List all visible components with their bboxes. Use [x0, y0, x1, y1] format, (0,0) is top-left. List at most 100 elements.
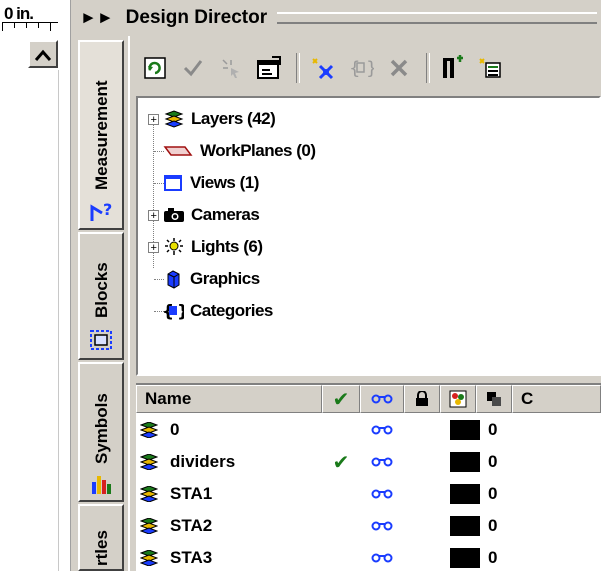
expand-icon[interactable]: + — [148, 113, 159, 125]
chevron-up-icon — [34, 49, 52, 61]
add-layer-icon — [443, 55, 463, 78]
tree-item-lights[interactable]: + Lights (6) — [138, 232, 263, 262]
delete-button[interactable] — [382, 51, 416, 85]
layer-name: STA1 — [170, 484, 213, 503]
color-cell[interactable]: 0 — [440, 479, 512, 509]
title-grip[interactable] — [277, 12, 597, 24]
tab-measurement-label: Measurement — [92, 80, 111, 190]
select-icon — [222, 59, 239, 78]
column-header-line[interactable] — [476, 385, 512, 413]
layer-row-icon — [138, 516, 160, 536]
color-icon — [449, 390, 467, 408]
layer-name: STA2 — [170, 516, 213, 535]
color-cell[interactable]: 0 — [440, 447, 512, 477]
layer-row-icon — [138, 484, 160, 504]
svg-text:{: { — [349, 58, 360, 79]
tree-item-workplanes[interactable]: WorkPlanes (0) — [154, 136, 316, 166]
color-swatch — [450, 452, 480, 472]
table-row[interactable]: STA2 0 — [136, 511, 601, 541]
svg-text:}: } — [366, 58, 374, 79]
visible-link-icon — [371, 489, 393, 499]
category-button[interactable]: { } — [344, 51, 378, 85]
color-cell[interactable]: 0 — [440, 543, 512, 573]
tab-titles[interactable]: rtles — [78, 504, 124, 571]
column-header-c[interactable]: C — [512, 385, 601, 413]
refresh-button[interactable] — [138, 51, 172, 85]
visible-cell[interactable] — [360, 415, 404, 445]
scroll-up-button[interactable] — [28, 40, 58, 68]
tab-titles-label: rtles — [92, 530, 111, 566]
layer-value: 0 — [488, 452, 498, 471]
tab-symbols[interactable]: Symbols — [78, 362, 124, 502]
column-header-lock[interactable] — [404, 385, 440, 413]
lock-cell[interactable] — [404, 511, 440, 541]
table-row[interactable]: STA1 0 — [136, 479, 601, 509]
object-tree[interactable]: + Layers (42) WorkPlanes (0) Views (1) +… — [136, 96, 601, 376]
tab-measurement[interactable]: Measurement ? — [78, 40, 124, 230]
tree-item-cameras[interactable]: + Cameras — [138, 200, 260, 230]
properties-icon — [257, 56, 281, 79]
tree-item-graphics[interactable]: Graphics — [154, 264, 260, 294]
lock-cell[interactable] — [404, 447, 440, 477]
ruler-ticks — [2, 22, 58, 33]
layer-value: 0 — [488, 516, 498, 535]
layer-options-icon — [479, 58, 501, 78]
layer-row-icon — [138, 420, 160, 440]
visible-cell[interactable] — [360, 511, 404, 541]
tree-item-label: Views (1) — [190, 173, 259, 192]
tree-item-layers[interactable]: + Layers (42) — [138, 104, 276, 134]
color-cell[interactable]: 0 — [440, 415, 512, 445]
visible-cell[interactable] — [360, 479, 404, 509]
active-cell[interactable] — [322, 543, 360, 573]
toolbar-separator — [426, 53, 430, 83]
column-header-active[interactable]: ✔ — [322, 385, 360, 413]
column-header-name[interactable]: Name — [136, 385, 322, 413]
visible-cell[interactable] — [360, 543, 404, 573]
lock-cell[interactable] — [404, 543, 440, 573]
category-icon: { } — [349, 58, 374, 79]
layer-grid: Name ✔ C 0 0 dividers ✔ 0 STA1 0 STA2 0 … — [136, 383, 601, 573]
blocks-icon — [88, 326, 116, 354]
line-icon — [487, 392, 501, 406]
active-cell[interactable]: ✔ — [322, 447, 360, 477]
tree-item-label: Layers (42) — [191, 109, 276, 128]
table-row[interactable]: dividers ✔ 0 — [136, 447, 601, 477]
tree-item-views[interactable]: Views (1) — [154, 168, 259, 198]
delete-icon — [390, 59, 408, 77]
table-row[interactable]: 0 0 — [136, 415, 601, 445]
color-cell[interactable]: 0 — [440, 511, 512, 541]
active-cell[interactable] — [322, 415, 360, 445]
layer-value: 0 — [488, 548, 498, 567]
active-check-icon: ✔ — [332, 451, 350, 474]
layer-row-icon — [138, 548, 160, 568]
tab-blocks[interactable]: Blocks — [78, 232, 124, 360]
check-button[interactable] — [176, 51, 210, 85]
properties-button[interactable] — [252, 51, 286, 85]
active-cell[interactable] — [322, 479, 360, 509]
column-header-color[interactable] — [440, 385, 476, 413]
tree-item-label: Graphics — [190, 269, 260, 288]
camera-icon — [163, 205, 185, 225]
visible-link-icon — [371, 394, 393, 404]
visible-cell[interactable] — [360, 447, 404, 477]
expand-icon[interactable]: + — [148, 241, 159, 253]
lock-cell[interactable] — [404, 415, 440, 445]
layer-options-button[interactable] — [474, 51, 508, 85]
column-header-visible[interactable] — [360, 385, 404, 413]
lock-cell[interactable] — [404, 479, 440, 509]
title-bar[interactable]: ►► Design Director — [80, 4, 601, 32]
measure-icon: ? — [88, 197, 116, 225]
tree-item-categories[interactable]: {} Categories — [154, 296, 273, 326]
new-item-button[interactable] — [306, 51, 340, 85]
expand-icon[interactable]: + — [148, 209, 159, 221]
tree-item-label: Categories — [190, 301, 273, 320]
tree-item-label: Lights (6) — [191, 237, 263, 256]
add-layer-button[interactable] — [436, 51, 470, 85]
select-button[interactable] — [214, 51, 248, 85]
active-cell[interactable] — [322, 511, 360, 541]
views-icon — [162, 173, 184, 193]
table-row[interactable]: STA3 0 — [136, 543, 601, 573]
visible-link-icon — [371, 521, 393, 531]
tab-symbols-label: Symbols — [92, 393, 111, 464]
collapse-arrow-icon[interactable]: ►► — [80, 8, 114, 28]
